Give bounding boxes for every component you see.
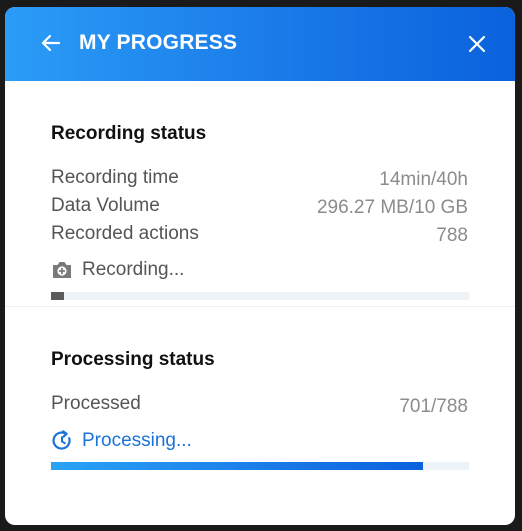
- camera-icon: [53, 262, 71, 278]
- refresh-clock-icon: [52, 430, 71, 450]
- processing-progress-bar: [51, 462, 469, 470]
- recorded-actions-value: 788: [436, 225, 468, 246]
- processed-label: Processed: [51, 393, 141, 414]
- processing-progress-fill: [51, 462, 423, 470]
- recording-time-label: Recording time: [51, 167, 179, 188]
- progress-panel: MY PROGRESS Recording status Recording t…: [5, 7, 515, 525]
- panel-header: MY PROGRESS: [5, 7, 515, 81]
- recording-status-title: Recording status: [51, 123, 207, 144]
- section-divider: [5, 306, 515, 307]
- processing-status-line: Processing...: [51, 428, 192, 454]
- arrow-left-icon[interactable]: [39, 31, 63, 55]
- recording-status-line: Recording...: [51, 257, 184, 283]
- data-volume-value: 296.27 MB/10 GB: [316, 197, 468, 218]
- recording-time-value: 14min/40h: [379, 169, 468, 190]
- processing-status-text: Processing...: [82, 430, 192, 451]
- close-icon[interactable]: [467, 34, 487, 54]
- recording-status-text: Recording...: [82, 259, 185, 280]
- panel-title: MY PROGRESS: [79, 31, 238, 54]
- processing-status-title: Processing status: [51, 349, 215, 370]
- data-volume-label: Data Volume: [51, 195, 160, 216]
- recording-progress-bar: [51, 292, 469, 300]
- recording-progress-fill: [51, 292, 64, 300]
- recorded-actions-label: Recorded actions: [51, 223, 199, 244]
- processed-value: 701/788: [399, 396, 468, 417]
